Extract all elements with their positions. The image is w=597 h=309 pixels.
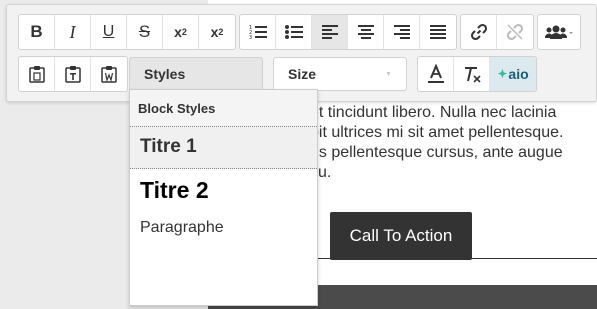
- remove-format-icon: [464, 67, 481, 83]
- numbered-list-button[interactable]: 1 2 3: [240, 15, 276, 49]
- italic-button[interactable]: I: [55, 15, 91, 49]
- chevron-down-icon: ▼: [385, 71, 392, 78]
- styles-menu-header: Block Styles: [130, 90, 317, 127]
- bulleted-list-icon: [284, 25, 303, 39]
- size-label: Size: [288, 66, 317, 82]
- align-left-button[interactable]: [312, 15, 348, 49]
- superscript-button[interactable]: x2: [199, 15, 235, 49]
- body-paragraph[interactable]: et tincidunt libero. Nulla nec lacinia b…: [310, 103, 597, 183]
- text-color-icon: [427, 64, 444, 83]
- superscript-glyph: x: [210, 24, 219, 40]
- paste-button[interactable]: [19, 57, 55, 91]
- align-right-icon: [393, 25, 410, 39]
- align-right-button[interactable]: [384, 15, 420, 49]
- unlink-icon: [506, 23, 524, 41]
- size-dropdown[interactable]: Size ▼: [273, 57, 407, 91]
- style-option-titre-1[interactable]: Titre 1: [130, 127, 317, 169]
- numbered-list-icon: 1 2 3: [249, 25, 267, 40]
- merge-tags-button[interactable]: [538, 15, 580, 49]
- svg-text:3: 3: [249, 35, 252, 40]
- call-to-action-button[interactable]: Call To Action: [330, 212, 472, 260]
- merge-tags-group: [537, 14, 581, 50]
- color-group: ✦ aio: [417, 56, 537, 92]
- unlink-button[interactable]: [497, 15, 533, 49]
- justify-button[interactable]: [420, 15, 456, 49]
- paste-from-word-button[interactable]: [91, 57, 127, 91]
- subscript-button[interactable]: x2: [163, 15, 199, 49]
- styles-dropdown[interactable]: Styles: [129, 57, 263, 91]
- style-option-paragraphe[interactable]: Paragraphe: [130, 213, 317, 247]
- clipboard-icon: [28, 66, 45, 83]
- subscript-glyph: x: [174, 24, 182, 40]
- link-button[interactable]: [461, 15, 497, 49]
- styles-menu: Block Styles Titre 1 Titre 2 Paragraphe: [129, 89, 318, 306]
- subscript-index: 2: [181, 27, 187, 37]
- align-center-icon: [357, 25, 374, 39]
- body-line: us pellentesque cursus, ante augue: [310, 144, 563, 161]
- styles-label: Styles: [144, 66, 186, 82]
- underline-button[interactable]: U: [91, 15, 127, 49]
- justify-icon: [430, 25, 446, 39]
- align-center-button[interactable]: [348, 15, 384, 49]
- body-line: cu.: [310, 164, 332, 181]
- divider: [318, 258, 597, 259]
- link-icon: [470, 23, 487, 41]
- text-color-button[interactable]: [418, 57, 454, 91]
- bold-button[interactable]: B: [19, 15, 55, 49]
- strikethrough-button[interactable]: S: [127, 15, 163, 49]
- clipboard-text-icon: [64, 66, 81, 83]
- remove-format-button[interactable]: [454, 57, 490, 91]
- editor-toolbar: B I U S x2 x2 1 2 3 Styles Size ▼ ✦ aio: [6, 4, 597, 102]
- body-line: et tincidunt libero. Nulla nec lacinia: [310, 104, 557, 121]
- clipboard-word-icon: [101, 66, 117, 83]
- paragraph-group: 1 2 3: [239, 14, 457, 50]
- superscript-index: 2: [218, 27, 224, 37]
- users-icon: [545, 25, 573, 39]
- paste-as-text-button[interactable]: [55, 57, 91, 91]
- aio-label: aio: [508, 66, 529, 82]
- paste-group: [18, 56, 128, 92]
- style-option-titre-2[interactable]: Titre 2: [130, 169, 317, 213]
- bulleted-list-button[interactable]: [276, 15, 312, 49]
- link-group: [460, 14, 534, 50]
- body-line: bit ultrices mi sit amet pellentesque.: [310, 124, 564, 141]
- sparkle-icon: ✦: [497, 67, 508, 81]
- aio-button[interactable]: ✦ aio: [490, 57, 536, 91]
- format-group: B I U S x2 x2: [18, 14, 236, 50]
- align-left-icon: [321, 25, 338, 39]
